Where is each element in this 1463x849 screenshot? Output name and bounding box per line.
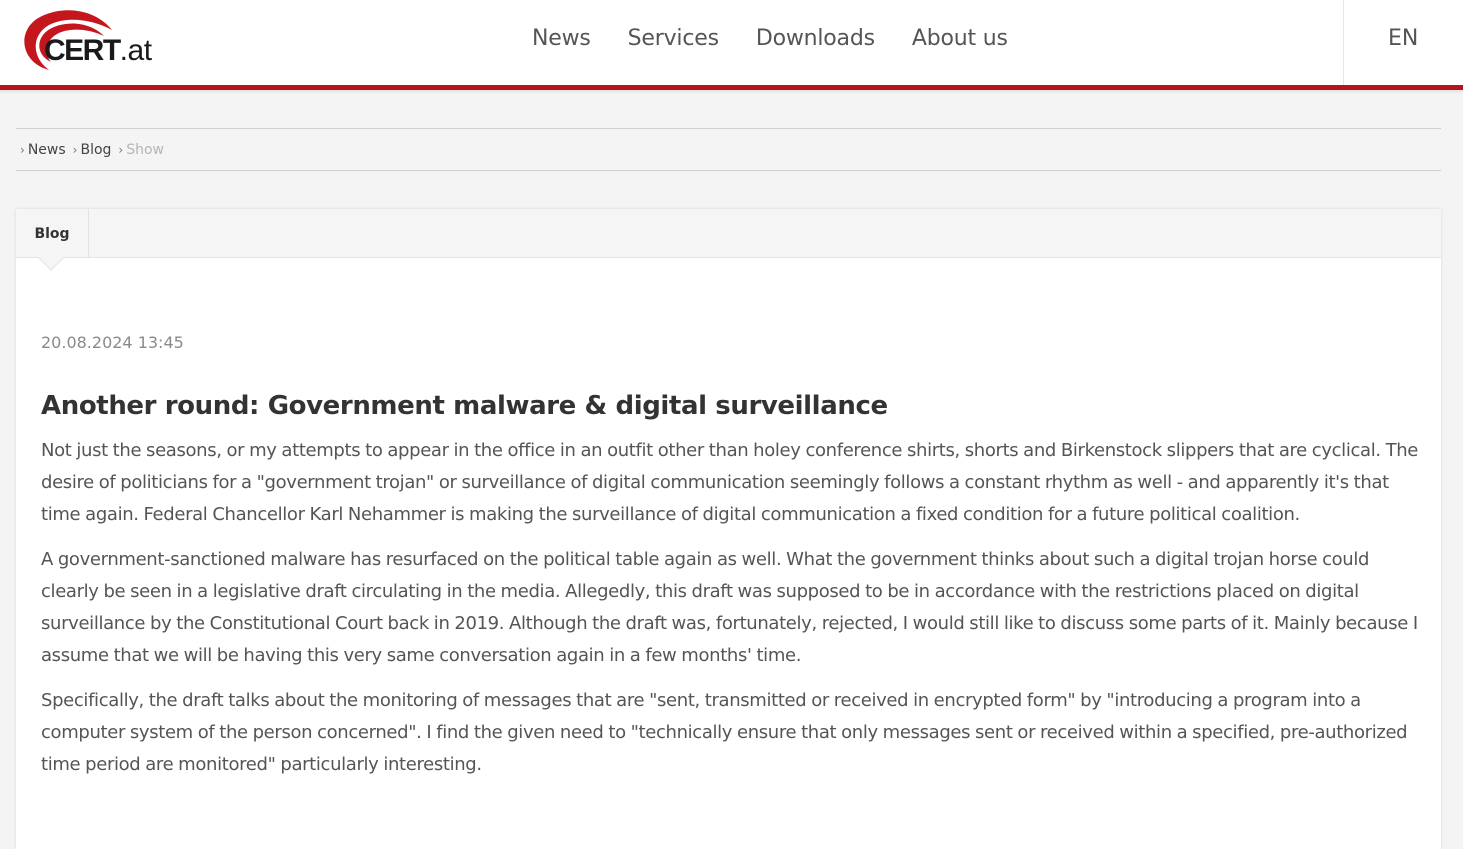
nav-about-us[interactable]: About us [912, 24, 1008, 54]
post-body: Not just the seasons, or my attempts to … [41, 435, 1421, 794]
nav-news[interactable]: News [532, 24, 591, 54]
nav-downloads[interactable]: Downloads [756, 24, 875, 54]
site-header: CERT.at News Services Downloads About us… [0, 0, 1463, 85]
breadcrumb: › News › Blog › Show [16, 128, 1441, 171]
tab-bar: Blog [16, 209, 1441, 258]
tab-pointer [39, 257, 63, 269]
site-logo[interactable]: CERT.at [14, 6, 174, 74]
tab-blog[interactable]: Blog [16, 209, 89, 258]
chevron-right-icon: › [20, 142, 25, 157]
header-shadow [0, 90, 1463, 94]
breadcrumb-item-news: › News [20, 142, 66, 158]
breadcrumb-link-news[interactable]: News [28, 142, 66, 158]
breadcrumb-item-show: › Show [118, 142, 164, 158]
language-switch[interactable]: EN [1388, 24, 1418, 54]
chevron-right-icon: › [118, 142, 124, 157]
chevron-right-icon: › [72, 142, 78, 157]
logo-wordmark: CERT.at [44, 34, 152, 67]
language-divider [1343, 0, 1344, 85]
post-title: Another round: Government malware & digi… [41, 391, 888, 421]
main-nav: News Services Downloads About us [532, 24, 1008, 54]
post-paragraph: A government-sanctioned malware has resu… [41, 549, 1418, 666]
post-paragraph: Specifically, the draft talks about the … [41, 690, 1408, 775]
post-date: 20.08.2024 13:45 [41, 333, 184, 352]
breadcrumb-item-blog: › Blog [73, 142, 112, 158]
breadcrumb-current: Show [126, 141, 165, 158]
post-paragraph: Not just the seasons, or my attempts to … [41, 440, 1419, 525]
nav-services[interactable]: Services [628, 24, 719, 54]
breadcrumb-link-blog[interactable]: Blog [80, 142, 111, 158]
article-panel: Blog 20.08.2024 13:45 Another round: Gov… [16, 209, 1441, 849]
